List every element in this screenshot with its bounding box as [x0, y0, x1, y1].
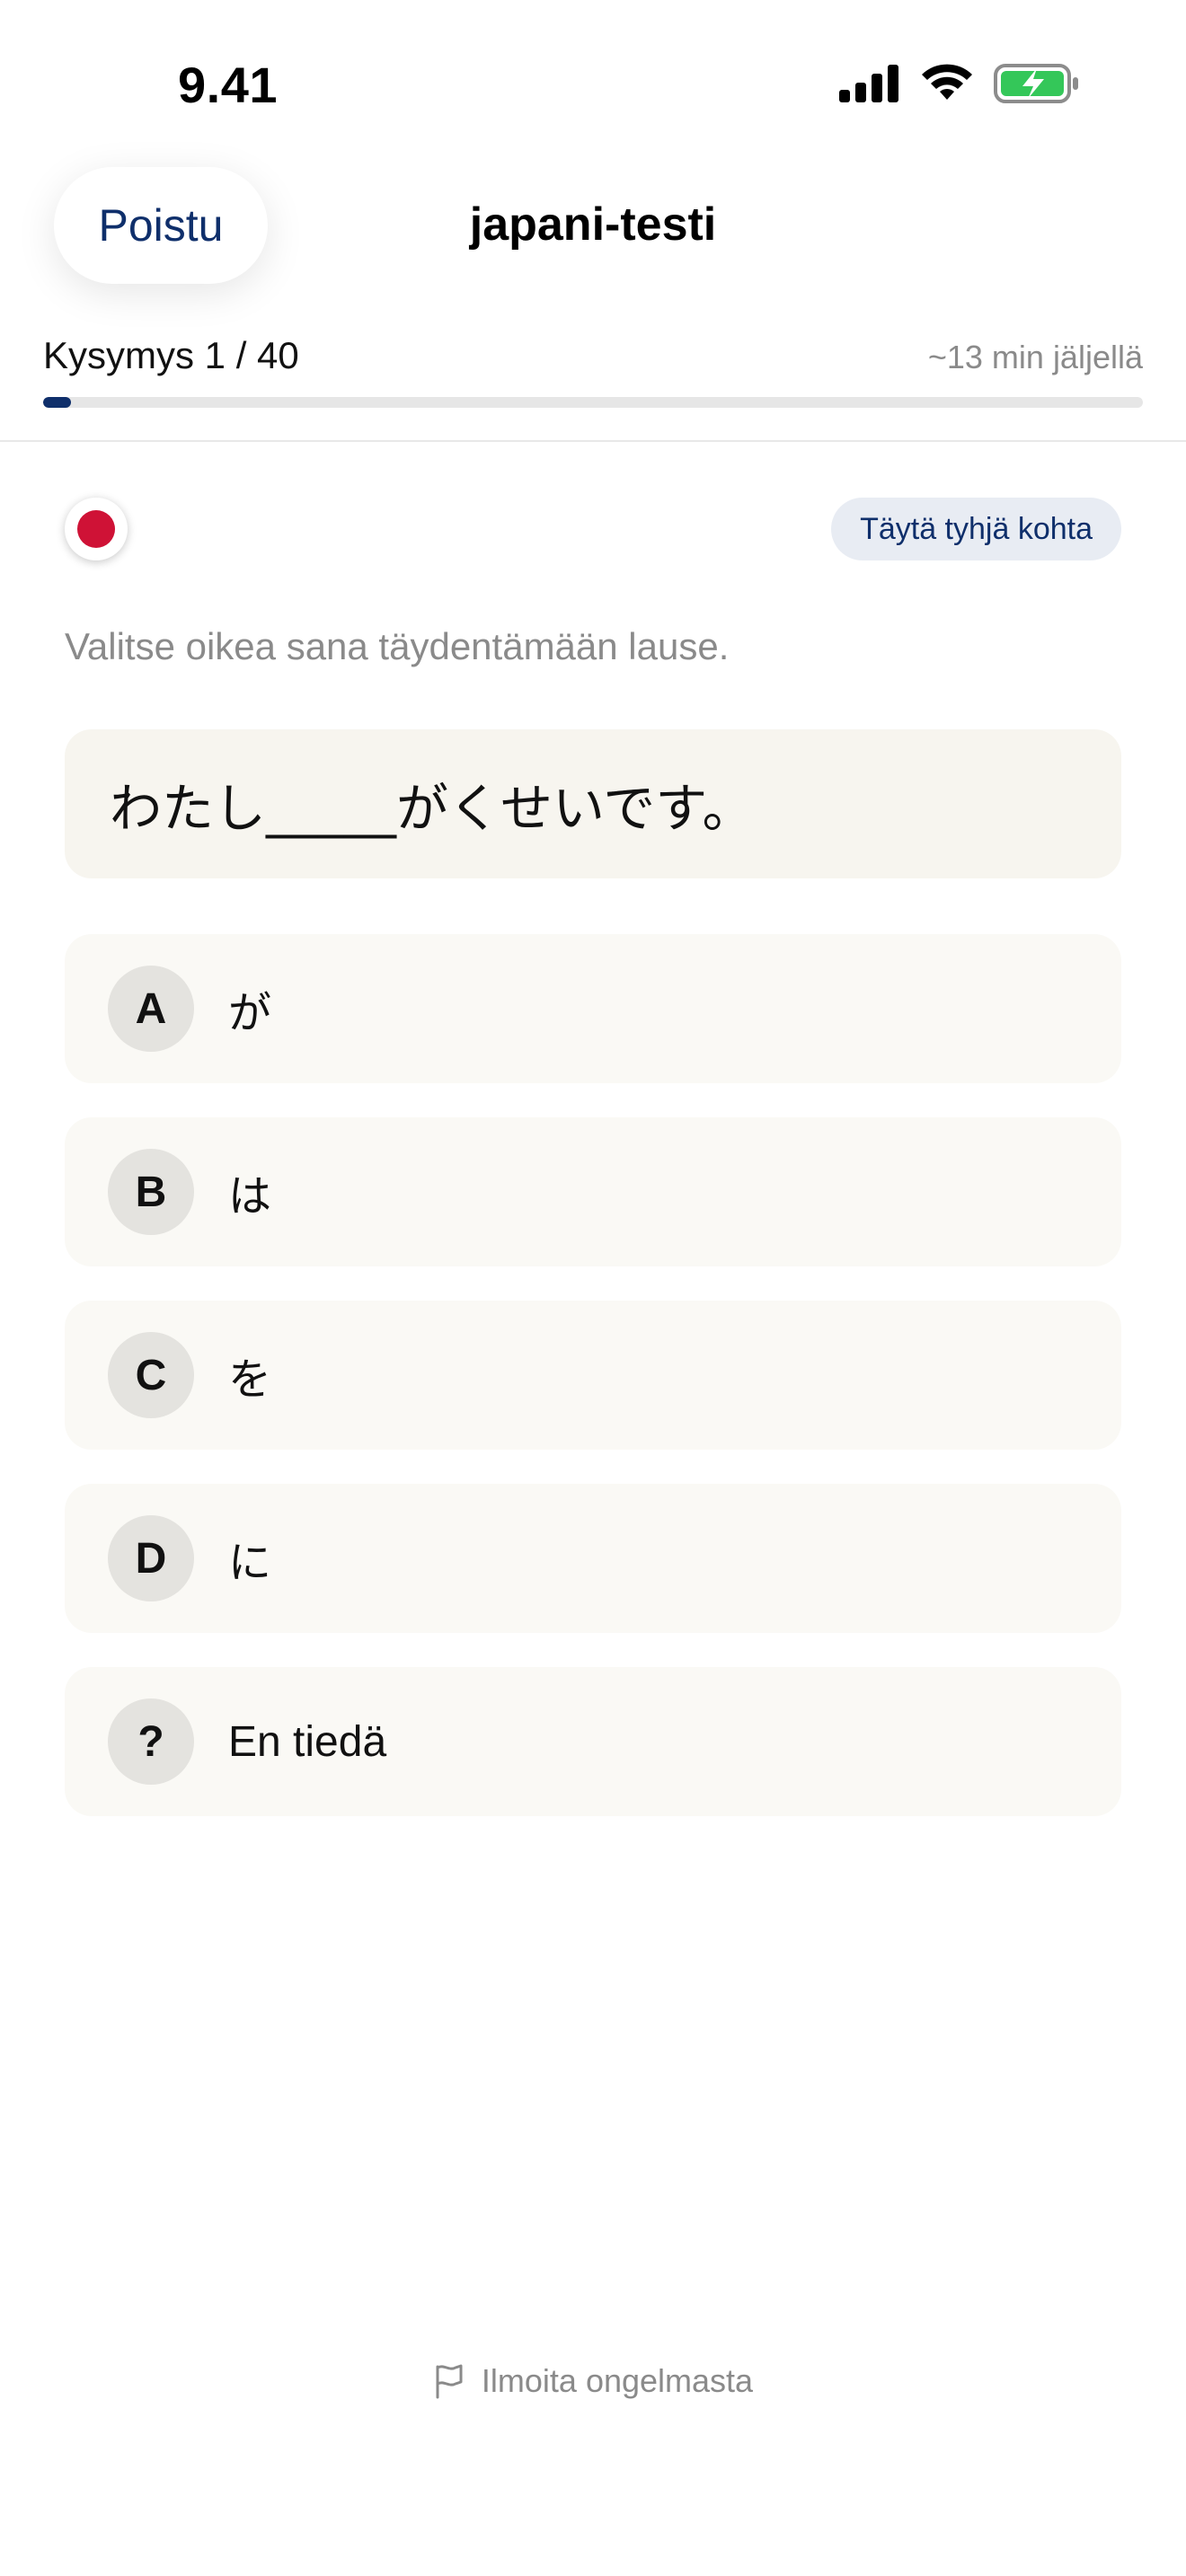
report-problem-label: Ilmoita ongelmasta: [481, 2362, 754, 2399]
option-label: を: [228, 1354, 272, 1405]
japan-flag-icon: [65, 498, 128, 560]
question-counter: Kysymys 1 / 40: [43, 334, 299, 376]
option-b[interactable]: B は: [65, 1117, 1121, 1266]
sentence-text: わたし_____がくせいです。: [110, 778, 755, 839]
divider: [0, 440, 1186, 442]
question-type-chip: Täytä tyhjä kohta: [831, 498, 1121, 560]
option-d[interactable]: D に: [65, 1484, 1121, 1633]
signal-icon: [839, 65, 898, 102]
nav-bar: Poistu japani-testi: [0, 162, 1186, 296]
option-label: が: [228, 988, 272, 1038]
option-label: は: [228, 1171, 272, 1222]
flag-circle: [77, 510, 115, 548]
report-problem-link[interactable]: Ilmoita ongelmasta: [0, 2362, 1186, 2400]
wifi-icon: [922, 64, 972, 100]
option-c[interactable]: C を: [65, 1301, 1121, 1450]
progress-bar: [43, 397, 1143, 408]
option-label: En tiedä: [228, 1717, 387, 1766]
question-instruction: Valitse oikea sana täydentämään lause.: [65, 625, 730, 667]
option-key: B: [108, 1149, 194, 1235]
status-time: 9.41: [178, 57, 278, 113]
option-dont-know[interactable]: ? En tiedä: [65, 1667, 1121, 1816]
battery-charging-icon: [994, 64, 1078, 103]
option-key: A: [108, 966, 194, 1052]
option-key: ?: [108, 1698, 194, 1785]
option-a[interactable]: A が: [65, 934, 1121, 1083]
option-label: に: [228, 1538, 272, 1588]
flag-outline-icon: [436, 2364, 463, 2399]
progress-bar-fill: [43, 397, 71, 408]
status-bar: 9.41: [0, 0, 1186, 162]
option-key: D: [108, 1515, 194, 1601]
time-remaining: ~13 min jäljellä: [927, 339, 1143, 375]
option-key: C: [108, 1332, 194, 1418]
page-title: japani-testi: [469, 198, 717, 251]
status-icons: [839, 63, 1080, 104]
progress-row: Kysymys 1 / 40 ~13 min jäljellä: [43, 334, 1143, 377]
sentence-card: わたし_____がくせいです。: [65, 729, 1121, 878]
